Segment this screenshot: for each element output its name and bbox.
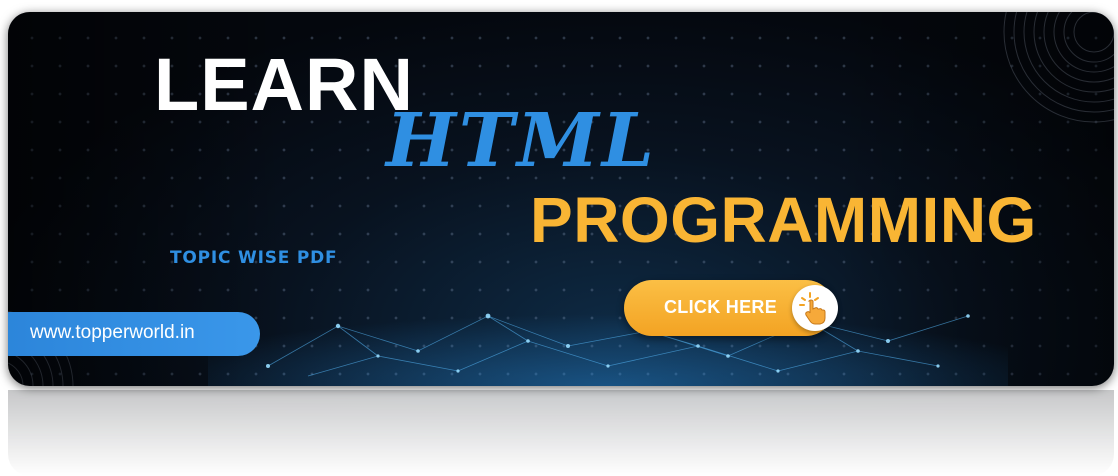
swirl-decoration-top	[1003, 12, 1114, 123]
topic-wise-pdf-label: TOPIC WISE PDF	[170, 248, 338, 268]
title-programming: PROGRAMMING	[530, 184, 1037, 256]
hand-pointer-click-icon	[792, 285, 838, 331]
banner-reflection	[8, 390, 1114, 476]
click-here-label: CLICK HERE	[664, 297, 778, 317]
website-url: www.topperworld.in	[30, 322, 195, 343]
website-url-pill[interactable]: www.topperworld.in	[8, 312, 260, 356]
reflection-image	[8, 390, 1114, 476]
title-html: HTML	[386, 98, 657, 184]
promo-banner: LEARN HTML PROGRAMMING TOPIC WISE PDF ww…	[8, 12, 1114, 386]
click-here-button[interactable]: CLICK HERE	[624, 280, 838, 336]
banner-stage: LEARN HTML PROGRAMMING TOPIC WISE PDF ww…	[0, 0, 1118, 476]
title-learn: LEARN	[154, 43, 414, 126]
